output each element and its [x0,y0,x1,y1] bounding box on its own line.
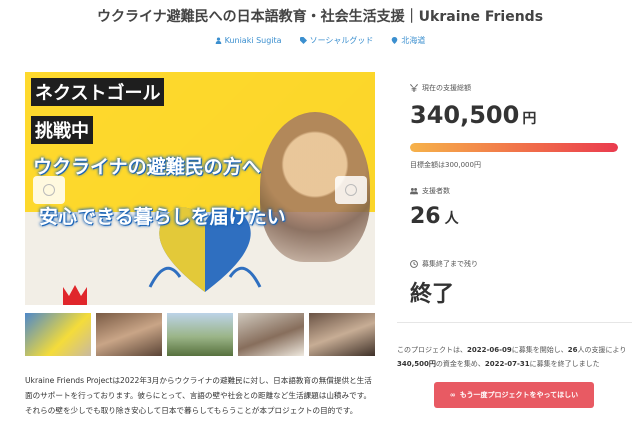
supporters-number: 26 [410,204,441,229]
project-meta: Kuniaki Sugita ソーシャルグッド 北海道 [0,35,640,46]
hero-caption-life: 安心できる暮らしを届けたい [39,206,286,228]
thumbnail-4[interactable] [238,313,304,356]
yen-icon [410,84,418,92]
project-summary: このプロジェクトは、2022-06-09に募集を開始し、26人の支援により 340… [397,343,637,371]
infinity-icon: ∞ [449,391,456,399]
summary-text-2: 人の支援により [577,346,627,354]
thumbnail-2[interactable] [96,313,162,356]
page-title: ウクライナ避難民への日本語教育・社会生活支援｜Ukraine Friends [96,9,544,25]
hero-caption-challenge: 挑戦中 [31,116,93,144]
remaining-label: 募集終了まで残り [410,259,478,269]
request-again-label: もう一度プロジェクトをやってほしい [459,391,579,399]
thumbnail-3[interactable] [167,313,233,356]
tag-icon [299,37,307,44]
amount-number: 340,500 [410,101,520,129]
supporters-unit: 人 [444,211,459,227]
summary-start-date: 2022-06-09 [467,346,512,354]
circle-icon [345,184,357,196]
carousel-prev-button[interactable] [33,176,65,204]
supporters-label-text: 支援者数 [422,187,450,195]
supporters-value: 26 人 [410,204,459,229]
remaining-label-text: 募集終了まで残り [422,260,478,268]
request-again-button[interactable]: ∞ もう一度プロジェクトをやってほしい [434,382,594,408]
people-icon [410,187,418,195]
tulip-illustration [63,285,87,305]
amount-unit: 円 [522,111,537,127]
amount-label-text: 現在の支援総額 [422,84,471,92]
clock-icon [410,260,418,268]
hero-caption-next-goal: ネクストゴール [31,78,165,106]
summary-text-3: の資金を集め、 [435,360,485,368]
circle-icon [43,184,55,196]
status-ended: 終了 [410,282,455,307]
hero-caption-refugees: ウクライナの避難民の方へ [33,156,261,178]
funding-progress-fill [410,143,618,152]
category-name: ソーシャルグッド [309,36,374,45]
carousel-next-button[interactable] [335,176,367,204]
location-name: 北海道 [401,36,426,45]
project-description: Ukraine Friends Projectは2022年3月からウクライナの避… [25,376,372,415]
pin-icon [392,37,398,44]
category-link[interactable]: ソーシャルグッド [299,35,374,46]
thumbnail-strip [25,313,375,356]
summary-end-date: 2022-07-31 [484,360,530,368]
author-name: Kuniaki Sugita [224,36,282,45]
amount-value: 340,500 円 [410,101,536,129]
goal-amount: 目標金額は300,000円 [410,161,481,169]
funding-progress-bar [410,143,618,152]
thumbnail-1[interactable] [25,313,91,356]
supporters-label: 支援者数 [410,186,450,196]
summary-prefix: このプロジェクトは、 [397,346,467,354]
divider [397,322,632,323]
location-link[interactable]: 北海道 [391,35,425,46]
person-icon [215,37,221,44]
summary-total: 340,500円 [397,360,436,368]
summary-suffix: に募集を終了しました [529,360,600,368]
summary-text-1: に募集を開始し、 [511,346,568,354]
author-link[interactable]: Kuniaki Sugita [215,35,282,46]
summary-count: 26 [567,346,578,354]
hero-image: ネクストゴール 挑戦中 ウクライナの避難民の方へ 安心できる暮らしを届けたい [25,72,375,305]
amount-label: 現在の支援総額 [410,83,471,93]
thumbnail-5[interactable] [309,313,375,356]
